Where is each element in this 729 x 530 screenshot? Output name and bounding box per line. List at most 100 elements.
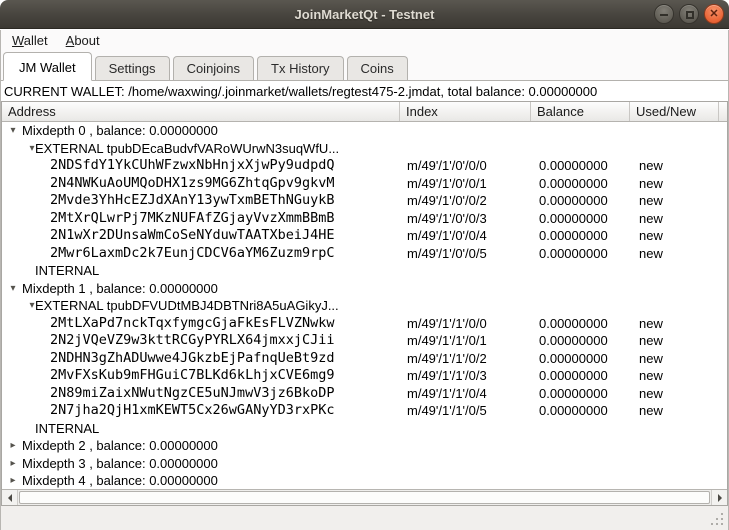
tree-row-group[interactable]: ▾Mixdepth 1 , balance: 0.00000000 xyxy=(2,280,727,298)
scroll-left-button[interactable] xyxy=(2,490,18,505)
tree-row-address[interactable]: 2NDHN3gZhADUwwe4JGkzbEjPafnqUeBt9zdm/49'… xyxy=(2,350,727,368)
tree-row-address[interactable]: 2MtLXaPd7nckTqxfymgcGjaFkEsFLVZNwkwm/49'… xyxy=(2,315,727,333)
tree-row-group[interactable]: INTERNAL xyxy=(2,420,727,438)
balance-cell: 0.00000000 xyxy=(539,385,608,403)
maximize-button[interactable] xyxy=(679,4,699,24)
menu-label-rest: allet xyxy=(24,33,48,48)
tree-group-label: Mixdepth 4 , balance: 0.00000000 xyxy=(22,472,218,489)
address-cell: 2NDHN3gZhADUwwe4JGkzbEjPafnqUeBt9zd xyxy=(50,350,334,368)
menu-bar: WalletAbout xyxy=(1,30,728,52)
address-cell: 2N89miZaixNWutNgzCE5uNJmwV3jz6BkoDP xyxy=(50,385,334,403)
minimize-button[interactable] xyxy=(654,4,674,24)
address-cell: 2N4NWKuAoUMQoDHX1zs9MG6ZhtqGpv9gkvM xyxy=(50,175,334,193)
used-new-cell: new xyxy=(639,350,663,368)
index-cell: m/49'/1'/0'/0/2 xyxy=(407,192,487,210)
app-window: JoinMarketQt - Testnet ✕ WalletAbout JM … xyxy=(0,0,729,530)
address-cell: 2NDSfdY1YkCUhWFzwxNbHnjxXjwPy9udpdQ xyxy=(50,157,334,175)
app-body: WalletAbout JM WalletSettingsCoinjoinsTx… xyxy=(0,30,729,530)
used-new-cell: new xyxy=(639,332,663,350)
tree-group-label: Mixdepth 3 , balance: 0.00000000 xyxy=(22,455,218,473)
column-header-address[interactable]: Address xyxy=(2,102,400,121)
balance-cell: 0.00000000 xyxy=(539,157,608,175)
resize-grip[interactable] xyxy=(711,513,725,527)
tab-jm-wallet[interactable]: JM Wallet xyxy=(3,52,92,81)
address-cell: 2MtLXaPd7nckTqxfymgcGjaFkEsFLVZNwkw xyxy=(50,315,334,333)
expand-arrow-icon[interactable]: ▸ xyxy=(7,472,19,489)
balance-cell: 0.00000000 xyxy=(539,315,608,333)
balance-cell: 0.00000000 xyxy=(539,210,608,228)
tree-group-label: EXTERNAL tpubDEcaBudvfVARoWUrwN3suqWfU..… xyxy=(35,140,339,158)
tree-group-label: INTERNAL xyxy=(35,420,99,438)
tree-row-address[interactable]: 2N1wXr2DUnsaWmCoSeNYduwTAATXbeiJ4HE m/49'… xyxy=(2,227,727,245)
address-cell: 2N1wXr2DUnsaWmCoSeNYduwTAATXbeiJ4HE xyxy=(50,227,334,245)
scroll-right-button[interactable] xyxy=(711,490,727,505)
index-cell: m/49'/1'/0'/0/1 xyxy=(407,175,487,193)
tree-row-group[interactable]: ▾EXTERNAL tpubDEcaBudvfVARoWUrwN3suqWfU.… xyxy=(2,140,727,158)
used-new-cell: new xyxy=(639,210,663,228)
tree-row-address[interactable]: 2N2jVQeVZ9w3kttRCGyPYRLX64jmxxjCJiim/49'… xyxy=(2,332,727,350)
tab-coins[interactable]: Coins xyxy=(347,56,408,80)
index-cell: m/49'/1'/1'/0/3 xyxy=(407,367,487,385)
expand-arrow-icon[interactable]: ▸ xyxy=(7,455,19,473)
maximize-icon xyxy=(686,11,694,19)
tree-rows: ▾Mixdepth 0 , balance: 0.00000000▾EXTERN… xyxy=(2,122,727,489)
horizontal-scrollbar[interactable] xyxy=(2,489,727,505)
wallet-tree[interactable]: AddressIndexBalanceUsed/New ▾Mixdepth 0 … xyxy=(1,101,728,506)
collapse-arrow-icon[interactable]: ▾ xyxy=(7,280,19,298)
expand-arrow-icon[interactable]: ▸ xyxy=(7,437,19,455)
tree-row-address[interactable]: 2Mwr6LaxmDc2k7EunjCDCV6aYM6Zuzm9rpC m/49'… xyxy=(2,245,727,263)
balance-cell: 0.00000000 xyxy=(539,245,608,263)
tree-row-group[interactable]: ▸Mixdepth 2 , balance: 0.00000000 xyxy=(2,437,727,455)
tree-row-address[interactable]: 2NDSfdY1YkCUhWFzwxNbHnjxXjwPy9udpdQm/49'… xyxy=(2,157,727,175)
used-new-cell: new xyxy=(639,192,663,210)
balance-cell: 0.00000000 xyxy=(539,192,608,210)
used-new-cell: new xyxy=(639,385,663,403)
address-cell: 2Mwr6LaxmDc2k7EunjCDCV6aYM6Zuzm9rpC xyxy=(50,245,334,263)
used-new-cell: new xyxy=(639,227,663,245)
tree-group-label: Mixdepth 2 , balance: 0.00000000 xyxy=(22,437,218,455)
tree-row-group[interactable]: ▸Mixdepth 3 , balance: 0.00000000 xyxy=(2,455,727,473)
tree-group-label: Mixdepth 0 , balance: 0.00000000 xyxy=(22,122,218,140)
tree-row-address[interactable]: 2N4NWKuAoUMQoDHX1zs9MG6ZhtqGpv9gkvM m/49'… xyxy=(2,175,727,193)
used-new-cell: new xyxy=(639,157,663,175)
tree-row-address[interactable]: 2Mvde3YhHcEZJdXAnY13ywTxmBEThNGuykBm/49'… xyxy=(2,192,727,210)
tree-header-row: AddressIndexBalanceUsed/New xyxy=(2,102,727,122)
index-cell: m/49'/1'/0'/0/5 xyxy=(407,245,487,263)
scrollbar-thumb[interactable] xyxy=(19,491,710,504)
menu-item-about[interactable]: About xyxy=(57,30,109,50)
column-header-index[interactable]: Index xyxy=(400,102,531,121)
tab-coinjoins[interactable]: Coinjoins xyxy=(173,56,254,80)
window-title: JoinMarketQt - Testnet xyxy=(0,0,729,29)
menu-accel-letter: W xyxy=(12,33,24,48)
tree-row-group[interactable]: ▾Mixdepth 0 , balance: 0.00000000 xyxy=(2,122,727,140)
tree-row-address[interactable]: 2MvFXsKub9mFHGuiC7BLKd6kLhjxCVE6mg9m/49'… xyxy=(2,367,727,385)
tree-row-group[interactable]: ▾EXTERNAL tpubDFVUDtMBJ4DBTNri8A5uAGikyJ… xyxy=(2,297,727,315)
balance-cell: 0.00000000 xyxy=(539,175,608,193)
close-button[interactable]: ✕ xyxy=(704,4,724,24)
collapse-arrow-icon[interactable]: ▾ xyxy=(7,122,19,140)
title-bar[interactable]: JoinMarketQt - Testnet ✕ xyxy=(0,0,729,29)
tab-tx-history[interactable]: Tx History xyxy=(257,56,344,80)
menu-item-wallet[interactable]: Wallet xyxy=(3,30,57,50)
balance-cell: 0.00000000 xyxy=(539,332,608,350)
column-header-balance[interactable]: Balance xyxy=(531,102,630,121)
tree-group-label: Mixdepth 1 , balance: 0.00000000 xyxy=(22,280,218,298)
scroll-left-arrow-icon xyxy=(4,494,12,502)
used-new-cell: new xyxy=(639,315,663,333)
index-cell: m/49'/1'/0'/0/4 xyxy=(407,227,487,245)
tree-group-label: INTERNAL xyxy=(35,262,99,280)
menu-label-rest: bout xyxy=(74,33,99,48)
address-cell: 2MtXrQLwrPj7MKzNUFAfZGjayVvzXmmBBmB xyxy=(50,210,334,228)
tab-bar: JM WalletSettingsCoinjoinsTx HistoryCoin… xyxy=(1,52,728,81)
tree-row-address[interactable]: 2MtXrQLwrPj7MKzNUFAfZGjayVvzXmmBBmBm/49'… xyxy=(2,210,727,228)
column-header-used-new[interactable]: Used/New xyxy=(630,102,719,121)
tree-row-address[interactable]: 2N7jha2QjH1xmKEWT5Cx26wGANyYD3rxPKcm/49'… xyxy=(2,402,727,420)
minimize-icon xyxy=(660,14,668,16)
address-cell: 2N7jha2QjH1xmKEWT5Cx26wGANyYD3rxPKc xyxy=(50,402,334,420)
tree-row-address[interactable]: 2N89miZaixNWutNgzCE5uNJmwV3jz6BkoDPm/49'… xyxy=(2,385,727,403)
tab-settings[interactable]: Settings xyxy=(95,56,170,80)
tree-row-group[interactable]: INTERNAL xyxy=(2,262,727,280)
used-new-cell: new xyxy=(639,367,663,385)
tree-row-group[interactable]: ▸Mixdepth 4 , balance: 0.00000000 xyxy=(2,472,727,489)
column-header-filler xyxy=(719,102,727,121)
